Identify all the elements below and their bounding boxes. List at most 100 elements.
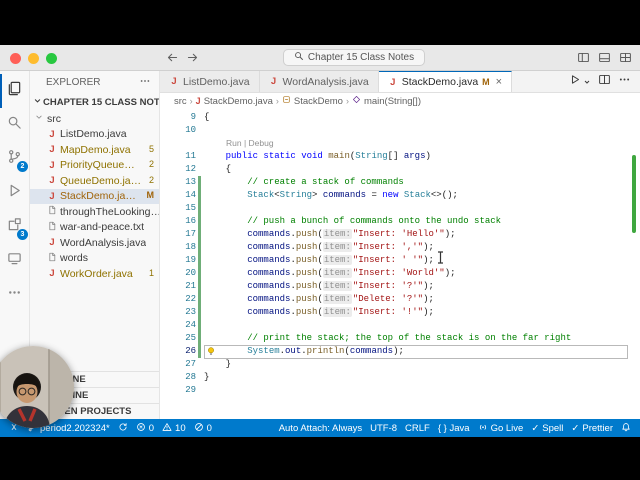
code-text: {: [204, 164, 232, 174]
more-actions-icon[interactable]: [618, 73, 631, 91]
status-go-live[interactable]: Go Live: [474, 419, 528, 437]
activity-extensions-button[interactable]: 3: [0, 210, 29, 244]
tab-stackdemo-java[interactable]: J StackDemo.java M ×: [378, 71, 513, 92]
tree-item-queuedemo-ja[interactable]: J QueueDemo.ja… 2: [30, 173, 159, 189]
codelens-run-debug[interactable]: Run | Debug: [160, 137, 640, 150]
tab-label: StackDemo.java: [401, 76, 479, 88]
tree-item-words[interactable]: words: [30, 251, 159, 267]
run-dropdown-icon[interactable]: [584, 73, 591, 91]
status-ports[interactable]: 0: [190, 419, 216, 437]
toggle-sidebar-icon[interactable]: [577, 51, 590, 69]
status-problems-warnings[interactable]: 10: [158, 419, 190, 437]
command-center-search[interactable]: Chapter 15 Class Notes: [283, 49, 425, 66]
tree-item-mapdemo-java[interactable]: J MapDemo.java 5: [30, 142, 159, 158]
tree-item-workorder-java[interactable]: J WorkOrder.java 1: [30, 266, 159, 282]
status-auto-attach[interactable]: Auto Attach: Always: [275, 419, 366, 437]
status-label: Prettier: [582, 422, 613, 434]
activity-explorer-button[interactable]: [0, 74, 29, 108]
status-language-mode[interactable]: { } Java: [434, 419, 474, 437]
code-line-16[interactable]: 16 // push a bunch of commands onto the …: [160, 215, 640, 228]
status-sync[interactable]: [114, 419, 132, 437]
run-java-button[interactable]: [568, 73, 581, 91]
status-notifications[interactable]: [617, 419, 635, 437]
code-area[interactable]: 9{10 Run | Debug 11 public static void mai…: [160, 109, 640, 419]
file-tree: src J ListDemo.java J MapDemo.java 5 J Priority…: [30, 111, 159, 282]
tree-item-priorityqueue[interactable]: J PriorityQueue… 2: [30, 158, 159, 174]
code-line-27[interactable]: 27 }: [160, 358, 640, 371]
status-encoding[interactable]: UTF-8: [366, 419, 401, 437]
status-spell[interactable]: ✓ Spell: [527, 419, 567, 437]
code-text: commands.push(item: "Insert: '!'");: [247, 307, 434, 317]
code-line-14[interactable]: 14 Stack<String> commands = new Stack<>(…: [160, 189, 640, 202]
status-eol[interactable]: CRLF: [401, 419, 434, 437]
code-line-29[interactable]: 29: [160, 384, 640, 397]
toggle-panel-icon[interactable]: [598, 51, 611, 69]
code-text: commands.push(item: "Insert: 'World'");: [247, 268, 456, 278]
activity-search-button[interactable]: [0, 108, 29, 142]
line-number: 13: [185, 177, 196, 187]
status-label: CRLF: [405, 422, 430, 434]
close-tab-button[interactable]: ×: [496, 76, 502, 88]
code-line-25[interactable]: 25 // print the stack; the top of the st…: [160, 332, 640, 345]
code-line-28[interactable]: 28}: [160, 371, 640, 384]
zoom-window-button[interactable]: [46, 53, 57, 64]
code-line-22[interactable]: 22 commands.push(item: "Delete: '?'");: [160, 293, 640, 306]
git-gutter-mark: [198, 241, 201, 254]
java-file-icon: J: [49, 237, 55, 249]
vscode-window: Chapter 15 Class Notes 23 EXPLORER CHAPT…: [0, 45, 640, 437]
breadcrumb-main-string[interactable]: main(String[]): [352, 95, 421, 107]
customize-layout-icon[interactable]: [619, 51, 632, 69]
tree-item-src[interactable]: src: [30, 111, 159, 127]
tab-listdemo-java[interactable]: J ListDemo.java: [160, 71, 260, 92]
code-line-13[interactable]: 13 // create a stack of commands: [160, 176, 640, 189]
activity-source-control-button[interactable]: 2: [0, 142, 29, 176]
code-line-21[interactable]: 21 commands.push(item: "Insert: '?'");: [160, 280, 640, 293]
code-line-24[interactable]: 24: [160, 319, 640, 332]
code-line-12[interactable]: 12 {: [160, 163, 640, 176]
java-file-icon: J: [49, 190, 55, 202]
lightbulb-icon[interactable]: [206, 346, 216, 357]
tab-wordanalysis-java[interactable]: J WordAnalysis.java: [259, 71, 379, 92]
code-line-15[interactable]: 15: [160, 202, 640, 215]
tree-item-stackdemo-ja[interactable]: J StackDemo.ja… M: [30, 188, 159, 204]
workspace-section-header[interactable]: CHAPTER 15 CLASS NOT…: [30, 93, 159, 111]
minimize-window-button[interactable]: [28, 53, 39, 64]
code-line-11[interactable]: 11 public static void main(String[] args…: [160, 150, 640, 163]
scrollbar-added-marker[interactable]: [632, 155, 636, 233]
code-text: }: [204, 372, 210, 382]
code-line-17[interactable]: 17 commands.push(item: "Insert: 'Hello'")…: [160, 228, 640, 241]
code-line-20[interactable]: 20 commands.push(item: "Insert: 'World'")…: [160, 267, 640, 280]
split-editor-icon[interactable]: [598, 73, 611, 91]
code-line-18[interactable]: 18 commands.push(item: "Insert: ','");: [160, 241, 640, 254]
code-line-9[interactable]: 9{: [160, 111, 640, 124]
activity-run-debug-button[interactable]: [0, 176, 29, 210]
tree-item-listdemo-java[interactable]: J ListDemo.java: [30, 127, 159, 143]
close-window-button[interactable]: [10, 53, 21, 64]
line-number: 17: [185, 229, 196, 239]
breadcrumb-stackdemo-java[interactable]: J StackDemo.java: [196, 96, 273, 107]
code-text: commands.push(item: "Insert: ','");: [247, 242, 434, 252]
navigate-forward-button[interactable]: [186, 51, 199, 69]
java-file-icon: J: [49, 175, 55, 187]
remote-explorer-icon: [7, 251, 22, 271]
code-line-26[interactable]: 26 System.out.println(commands);: [160, 345, 640, 359]
java-file-icon: J: [390, 76, 396, 88]
tree-item-wordanalysis-java[interactable]: J WordAnalysis.java: [30, 235, 159, 251]
breadcrumb-stackdemo[interactable]: StackDemo: [282, 95, 343, 107]
tree-item-throughthelooking[interactable]: throughTheLooking…: [30, 204, 159, 220]
code-line-19[interactable]: 19 commands.push(item: "Insert: ' '");: [160, 254, 640, 267]
status-problems-errors[interactable]: 0: [132, 419, 158, 437]
git-gutter-mark: [198, 254, 201, 267]
line-number: 20: [185, 268, 196, 278]
activity-remote-explorer-button[interactable]: [0, 244, 29, 278]
activity-more-button[interactable]: [0, 278, 29, 312]
status-label: Auto Attach: Always: [278, 422, 363, 434]
tab-bar-tabs: J ListDemo.java J WordAnalysis.java J StackDe…: [160, 71, 513, 92]
breadcrumb-src[interactable]: src: [174, 96, 187, 107]
status-prettier[interactable]: ✓ Prettier: [567, 419, 617, 437]
code-line-23[interactable]: 23 commands.push(item: "Insert: '!'");: [160, 306, 640, 319]
navigate-back-button[interactable]: [166, 51, 179, 69]
tree-item-war-and-peace-txt[interactable]: war-and-peace.txt: [30, 220, 159, 236]
code-line-10[interactable]: 10: [160, 124, 640, 137]
explorer-more-actions-icon[interactable]: [139, 75, 151, 90]
